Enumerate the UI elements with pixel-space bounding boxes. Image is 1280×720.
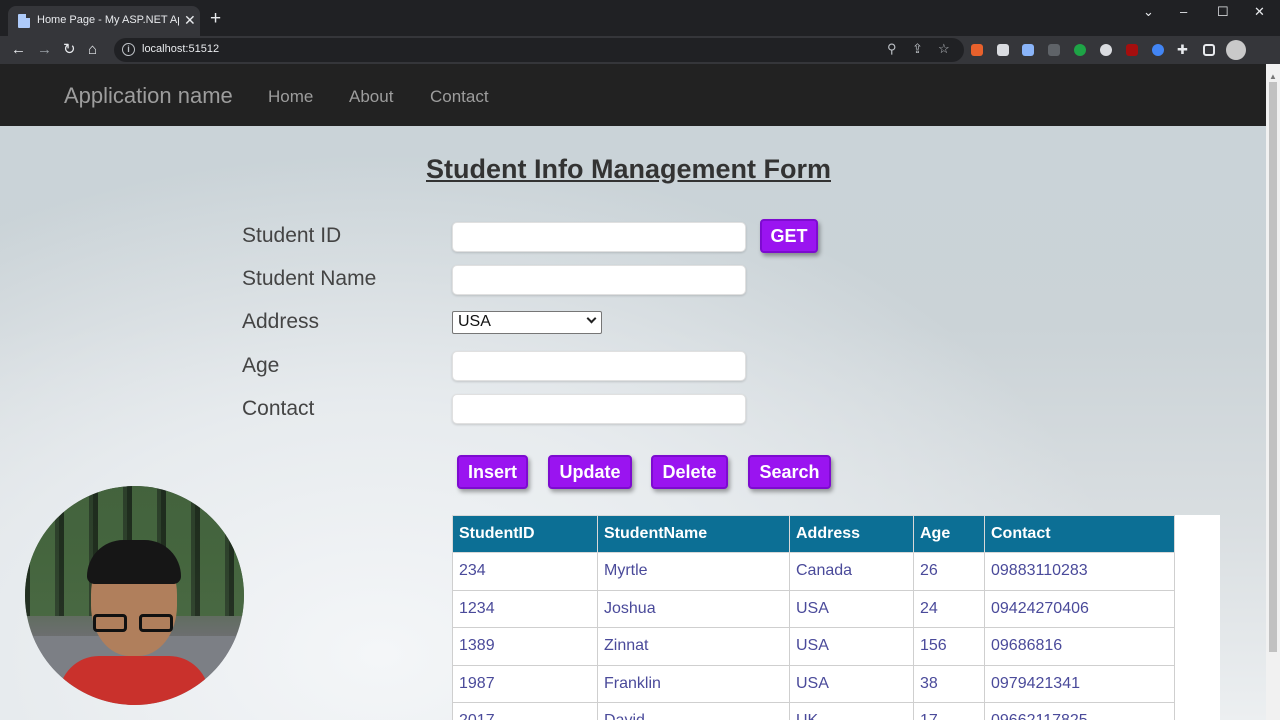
zoom-icon[interactable]: ⚲ xyxy=(887,41,897,57)
cell-age: 24 xyxy=(913,589,985,628)
cell-student-id: 1234 xyxy=(452,589,598,628)
browser-toolbar: ← → ↻ ⌂ i localhost:51512 ⚲ ⇪ ☆ ✚ xyxy=(0,36,1280,64)
site-navbar: Application name Home About Contact xyxy=(0,64,1266,126)
address-bar[interactable]: i localhost:51512 ⚲ ⇪ ☆ xyxy=(114,38,964,62)
forward-icon[interactable]: → xyxy=(37,39,52,61)
column-header[interactable]: StudentID xyxy=(452,515,598,553)
cell-contact: 09424270406 xyxy=(984,589,1175,628)
nav-home[interactable]: Home xyxy=(268,87,313,107)
cell-age: 17 xyxy=(913,702,985,720)
cell-address: USA xyxy=(789,589,914,628)
students-table: StudentID StudentName Address Age Contac… xyxy=(452,515,1220,720)
age-input[interactable] xyxy=(452,351,746,381)
table-header-row: StudentID StudentName Address Age Contac… xyxy=(452,515,1175,553)
maximize-icon[interactable]: ☐ xyxy=(1217,4,1229,20)
cell-student-name: Zinnat xyxy=(597,627,790,666)
scrollbar-thumb[interactable] xyxy=(1269,82,1277,652)
cell-student-id: 2017 xyxy=(452,702,598,720)
nav-contact[interactable]: Contact xyxy=(430,87,489,107)
puzzle-icon[interactable]: ✚ xyxy=(1177,39,1188,61)
column-header[interactable]: StudentName xyxy=(597,515,790,553)
cell-age: 26 xyxy=(913,552,985,591)
profile-avatar[interactable] xyxy=(1226,40,1246,60)
extension-icon[interactable] xyxy=(1152,44,1164,56)
close-window-icon[interactable]: ✕ xyxy=(1254,4,1265,20)
cell-address: Canada xyxy=(789,552,914,591)
reload-icon[interactable]: ↻ xyxy=(63,39,76,61)
cell-contact: 09662117825 xyxy=(984,702,1175,720)
minimize-icon[interactable]: – xyxy=(1180,4,1187,19)
page-icon xyxy=(18,14,30,28)
cell-address: USA xyxy=(789,664,914,703)
extension-icon[interactable] xyxy=(997,44,1009,56)
contact-input[interactable] xyxy=(452,394,746,424)
cell-age: 156 xyxy=(913,627,985,666)
cell-contact: 09686816 xyxy=(984,627,1175,666)
webcam-overlay xyxy=(25,486,244,705)
column-header[interactable]: Age xyxy=(913,515,985,553)
extension-icon[interactable] xyxy=(1022,44,1034,56)
side-panel-icon[interactable] xyxy=(1203,44,1215,56)
table-row[interactable]: 2017 David UK 17 09662117825 xyxy=(452,702,1175,720)
cell-contact: 09883110283 xyxy=(984,552,1175,591)
cell-age: 38 xyxy=(913,664,985,703)
search-button[interactable]: Search xyxy=(748,455,831,489)
age-label: Age xyxy=(242,354,280,377)
insert-button[interactable]: Insert xyxy=(457,455,528,489)
browser-tab-strip: Home Page - My ASP.NET Applic ✕ + ⌄ – ☐ … xyxy=(0,0,1280,36)
webcam-person-shirt xyxy=(59,656,209,705)
chevron-down-icon xyxy=(586,313,597,324)
address-label: Address xyxy=(242,310,320,333)
get-button[interactable]: GET xyxy=(760,219,818,253)
info-icon[interactable]: i xyxy=(122,43,135,56)
cell-student-id: 234 xyxy=(452,552,598,591)
page-scrollbar[interactable]: ▲ xyxy=(1266,64,1280,720)
scroll-up-icon[interactable]: ▲ xyxy=(1269,72,1277,81)
browser-tab[interactable]: Home Page - My ASP.NET Applic ✕ xyxy=(8,6,200,36)
student-id-label: Student ID xyxy=(242,224,342,247)
column-header[interactable]: Address xyxy=(789,515,914,553)
contact-label: Contact xyxy=(242,397,315,420)
update-button[interactable]: Update xyxy=(548,455,632,489)
webcam-person-glasses xyxy=(93,614,177,632)
share-icon[interactable]: ⇪ xyxy=(912,41,923,57)
cell-student-id: 1987 xyxy=(452,664,598,703)
cell-student-name: Joshua xyxy=(597,589,790,628)
chevron-down-icon[interactable]: ⌄ xyxy=(1143,4,1154,20)
new-tab-icon[interactable]: + xyxy=(210,9,221,29)
table-row[interactable]: 1987 Franklin USA 38 0979421341 xyxy=(452,664,1175,703)
cell-student-id: 1389 xyxy=(452,627,598,666)
table-row[interactable]: 234 Myrtle Canada 26 09883110283 xyxy=(452,552,1175,591)
close-tab-icon[interactable]: ✕ xyxy=(184,12,196,28)
cell-student-name: Franklin xyxy=(597,664,790,703)
student-name-input[interactable] xyxy=(452,265,746,295)
table-row[interactable]: 1389 Zinnat USA 156 09686816 xyxy=(452,627,1175,666)
tab-title: Home Page - My ASP.NET Applic xyxy=(37,14,179,26)
home-icon[interactable]: ⌂ xyxy=(88,39,97,61)
brand-link[interactable]: Application name xyxy=(64,83,233,109)
extension-icon[interactable] xyxy=(1048,44,1060,56)
extension-icon[interactable] xyxy=(1100,44,1112,56)
extension-icon[interactable] xyxy=(1126,44,1138,56)
cell-student-name: David xyxy=(597,702,790,720)
student-name-label: Student Name xyxy=(242,267,377,290)
table-row[interactable]: 1234 Joshua USA 24 09424270406 xyxy=(452,589,1175,628)
back-icon[interactable]: ← xyxy=(11,39,26,61)
bookmark-star-icon[interactable]: ☆ xyxy=(938,41,950,57)
nav-about[interactable]: About xyxy=(349,87,393,107)
extension-icon[interactable] xyxy=(971,44,983,56)
delete-button[interactable]: Delete xyxy=(651,455,728,489)
cell-address: USA xyxy=(789,627,914,666)
column-header[interactable]: Contact xyxy=(984,515,1175,553)
cell-student-name: Myrtle xyxy=(597,552,790,591)
extension-icon[interactable] xyxy=(1074,44,1086,56)
url-text[interactable]: localhost:51512 xyxy=(142,43,219,55)
cell-address: UK xyxy=(789,702,914,720)
address-select[interactable]: USA xyxy=(452,311,602,334)
cell-contact: 0979421341 xyxy=(984,664,1175,703)
page-title: Student Info Management Form xyxy=(426,154,831,184)
student-id-input[interactable] xyxy=(452,222,746,252)
address-select-value: USA xyxy=(458,313,491,330)
